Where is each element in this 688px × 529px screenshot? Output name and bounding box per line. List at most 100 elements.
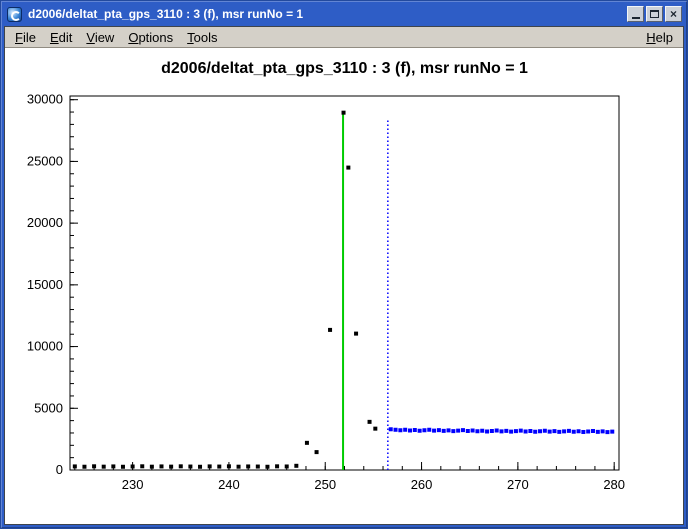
- data-point: [169, 465, 173, 469]
- data-point: [305, 441, 309, 445]
- menu-item-help[interactable]: Help: [639, 28, 680, 47]
- data-point: [514, 429, 518, 433]
- data-point: [567, 429, 571, 433]
- data-point: [485, 429, 489, 433]
- menu-left: FileEditViewOptionsTools: [8, 28, 225, 47]
- maximize-button[interactable]: [646, 6, 663, 22]
- data-point: [552, 429, 556, 433]
- data-point: [548, 430, 552, 434]
- root-canvas[interactable]: d2006/deltat_pta_gps_3110 : 3 (f), msr r…: [5, 48, 683, 524]
- data-point: [160, 464, 164, 468]
- plot-canvas[interactable]: d2006/deltat_pta_gps_3110 : 3 (f), msr r…: [5, 48, 683, 524]
- data-point: [227, 464, 231, 468]
- data-point: [102, 465, 106, 469]
- data-point: [256, 465, 260, 469]
- menu-item-edit[interactable]: Edit: [43, 28, 79, 47]
- menu-item-file[interactable]: File: [8, 28, 43, 47]
- minimize-button[interactable]: [627, 6, 644, 22]
- series-raw-data: [73, 111, 378, 469]
- data-point: [188, 465, 192, 469]
- data-point: [456, 429, 460, 433]
- data-point: [346, 166, 350, 170]
- data-point: [373, 427, 377, 431]
- y-tick-label: 25000: [27, 153, 63, 168]
- data-point: [82, 465, 86, 469]
- data-point: [328, 328, 332, 332]
- y-tick-label: 20000: [27, 215, 63, 230]
- menubar: FileEditViewOptionsTools Help: [5, 27, 683, 48]
- close-icon: ×: [670, 8, 677, 20]
- data-point: [533, 430, 537, 434]
- data-point: [198, 465, 202, 469]
- data-point: [524, 429, 528, 433]
- titlebar[interactable]: d2006/deltat_pta_gps_3110 : 3 (f), msr r…: [4, 4, 684, 26]
- data-point: [572, 430, 576, 434]
- data-point: [543, 429, 547, 433]
- data-point: [519, 429, 523, 433]
- data-point: [596, 430, 600, 434]
- y-tick-label: 0: [56, 462, 63, 477]
- data-point: [111, 464, 115, 468]
- x-tick-label: 260: [411, 477, 433, 492]
- data-point: [528, 429, 532, 433]
- data-point: [447, 428, 451, 432]
- x-tick-label: 240: [218, 477, 240, 492]
- data-point: [73, 464, 77, 468]
- data-point: [480, 429, 484, 433]
- data-point: [586, 429, 590, 433]
- data-point: [275, 464, 279, 468]
- data-point: [471, 429, 475, 433]
- x-tick-label: 230: [122, 477, 144, 492]
- data-point: [490, 429, 494, 433]
- data-point: [121, 465, 125, 469]
- data-point: [442, 429, 446, 433]
- plot-title: d2006/deltat_pta_gps_3110 : 3 (f), msr r…: [161, 60, 528, 77]
- data-point: [217, 465, 221, 469]
- data-point: [591, 429, 595, 433]
- menu-item-options[interactable]: Options: [121, 28, 180, 47]
- menu-item-tools[interactable]: Tools: [180, 28, 224, 47]
- data-point: [394, 428, 398, 432]
- data-point: [92, 464, 96, 468]
- menu-item-view[interactable]: View: [79, 28, 121, 47]
- data-point: [509, 430, 513, 434]
- data-point: [538, 429, 542, 433]
- data-point: [179, 464, 183, 468]
- y-tick-label: 30000: [27, 92, 63, 107]
- close-button[interactable]: ×: [665, 6, 682, 22]
- data-point: [495, 429, 499, 433]
- data-point: [354, 332, 358, 336]
- minimize-icon: [632, 17, 640, 19]
- data-point: [413, 428, 417, 432]
- data-point: [557, 430, 561, 434]
- y-tick-label: 10000: [27, 339, 63, 354]
- data-point: [237, 465, 241, 469]
- y-tick-label: 15000: [27, 277, 63, 292]
- data-point: [427, 428, 431, 432]
- data-point: [418, 429, 422, 433]
- x-tick-label: 250: [314, 477, 336, 492]
- data-point: [294, 464, 298, 468]
- data-point: [403, 428, 407, 432]
- window-title: d2006/deltat_pta_gps_3110 : 3 (f), msr r…: [28, 7, 627, 21]
- data-point: [610, 430, 614, 434]
- data-point: [131, 464, 135, 468]
- data-point: [475, 429, 479, 433]
- data-point: [605, 430, 609, 434]
- plot-frame: [70, 96, 619, 470]
- data-point: [466, 429, 470, 433]
- x-tick-label: 270: [507, 477, 529, 492]
- data-point: [150, 465, 154, 469]
- data-point: [389, 427, 393, 431]
- app-window: d2006/deltat_pta_gps_3110 : 3 (f), msr r…: [0, 0, 688, 529]
- data-point: [398, 428, 402, 432]
- data-point: [285, 464, 289, 468]
- data-point: [451, 429, 455, 433]
- data-point: [408, 429, 412, 433]
- x-axis: 230240250260270280: [75, 462, 625, 492]
- data-point: [208, 464, 212, 468]
- data-point: [342, 111, 346, 115]
- data-point: [461, 428, 465, 432]
- data-point: [265, 465, 269, 469]
- data-point: [432, 429, 436, 433]
